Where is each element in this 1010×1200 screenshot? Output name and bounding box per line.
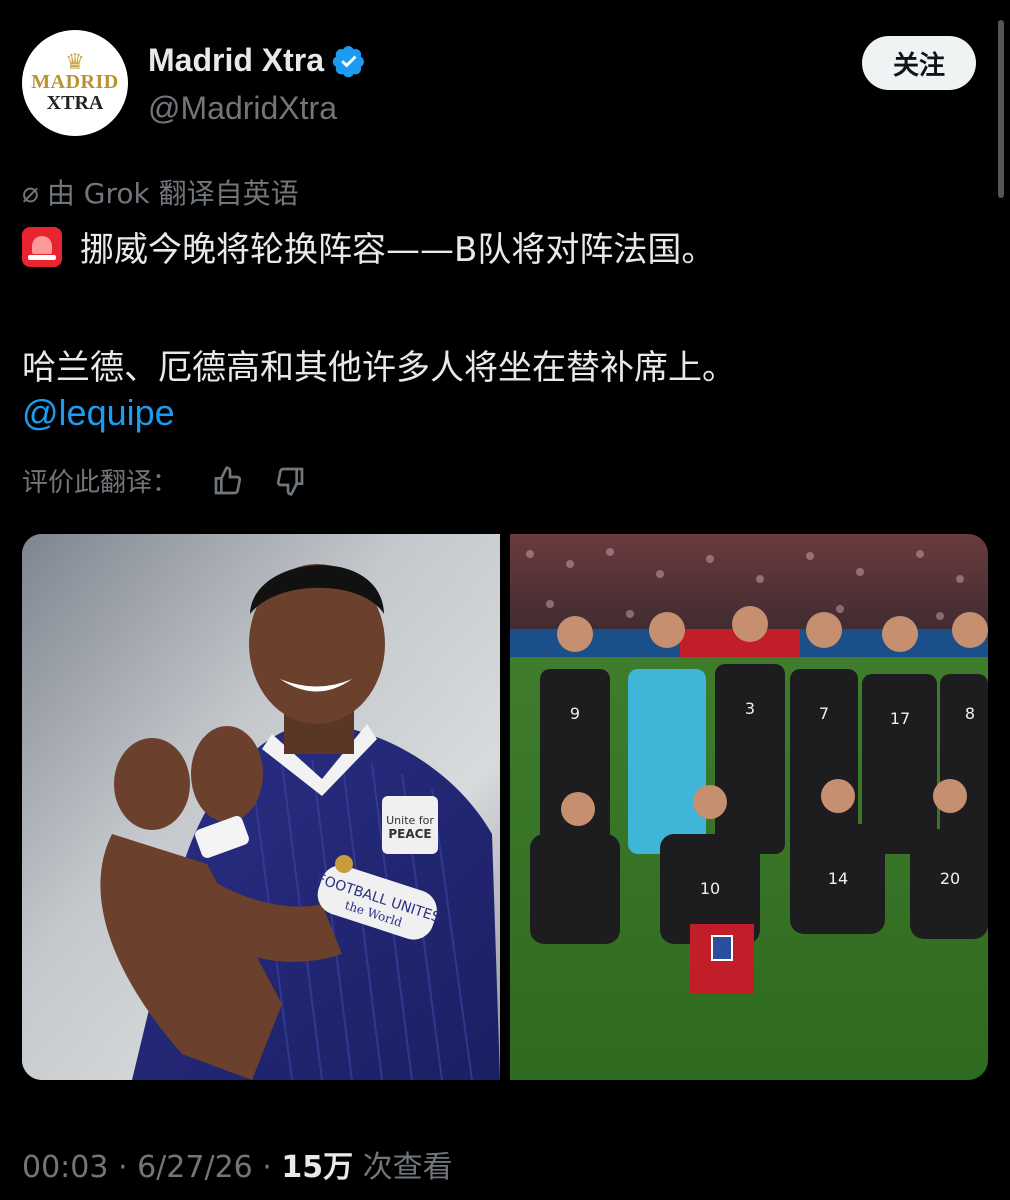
- post-header: ♛ MADRID XTRA Madrid Xtra @MadridXtra 关注: [22, 30, 986, 140]
- scrollbar[interactable]: [998, 20, 1004, 198]
- views-count: 15万: [281, 1150, 354, 1185]
- account-handle[interactable]: @MadridXtra: [148, 90, 337, 127]
- thumbs-up-icon[interactable]: [212, 465, 244, 497]
- avatar-logo-line2: XTRA: [46, 92, 104, 114]
- thumbs-down-icon[interactable]: [274, 465, 306, 497]
- translate-icon: ⌀: [22, 175, 39, 209]
- follow-button[interactable]: 关注: [862, 36, 976, 90]
- shirt-number: 3: [745, 699, 755, 718]
- shirt-number: 20: [940, 869, 960, 888]
- name-row: Madrid Xtra: [148, 42, 366, 79]
- translation-notice[interactable]: ⌀ 由 Grok 翻译自英语: [22, 172, 299, 212]
- post-metadata: 00:03 · 6/27/26 · 15万 次查看: [22, 1142, 453, 1186]
- verified-badge-icon: [332, 45, 364, 77]
- translation-label: 由 Grok 翻译自英语: [46, 177, 299, 210]
- separator-dot: ·: [262, 1150, 282, 1185]
- post-text-line1-content: 挪威今晚将轮换阵容——B队将对阵法国。: [80, 230, 716, 270]
- player-illustration: FOOTBALL UNITES the World Unite for PEAC…: [22, 534, 500, 1080]
- post-date[interactable]: 6/27/26: [137, 1150, 253, 1185]
- siren-icon: [22, 226, 62, 267]
- post-text-line2: 哈兰德、厄德高和其他许多人将坐在替补席上。: [22, 348, 736, 388]
- media-gallery: FOOTBALL UNITES the World Unite for PEAC…: [22, 534, 988, 1080]
- display-name[interactable]: Madrid Xtra: [148, 42, 324, 79]
- avatar[interactable]: ♛ MADRID XTRA: [22, 30, 128, 136]
- rate-translation: 评价此翻译：: [22, 462, 306, 499]
- shirt-number: 9: [570, 704, 580, 723]
- avatar-logo-line1: MADRID: [31, 71, 119, 93]
- shirt-number: 14: [828, 869, 848, 888]
- views-label: 次查看: [362, 1150, 453, 1185]
- photo-player-celebrating[interactable]: FOOTBALL UNITES the World Unite for PEAC…: [22, 534, 500, 1080]
- shirt-number: 8: [965, 704, 975, 723]
- team-illustration: 9 3 7 17 8 10 14 20: [510, 534, 988, 1080]
- shirt-number: 10: [700, 879, 720, 898]
- rate-translation-label: 评价此翻译：: [22, 468, 179, 498]
- svg-text:PEACE: PEACE: [388, 827, 431, 841]
- photo-team-lineup[interactable]: 9 3 7 17 8 10 14 20: [510, 534, 988, 1080]
- crown-icon: ♛: [65, 49, 85, 74]
- mention-link[interactable]: @lequipe: [22, 392, 175, 434]
- separator-dot: ·: [118, 1150, 138, 1185]
- shirt-number: 17: [890, 709, 910, 728]
- post-text-line1: 挪威今晚将轮换阵容——B队将对阵法国。: [22, 222, 715, 271]
- peace-patch-text: Unite for: [386, 814, 434, 827]
- post-time[interactable]: 00:03: [22, 1150, 108, 1185]
- shirt-number: 7: [819, 704, 829, 723]
